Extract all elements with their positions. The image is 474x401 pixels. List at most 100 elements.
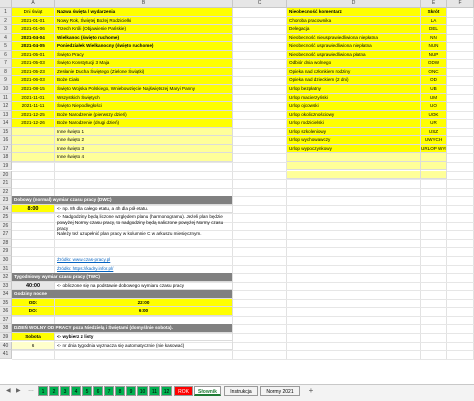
holiday-date-cell[interactable] (12, 144, 55, 154)
row-header[interactable]: 35 (0, 298, 12, 308)
column-header-a[interactable]: A (12, 0, 55, 8)
sheet-tab-month[interactable]: 8 (115, 386, 125, 396)
absence-label-cell[interactable]: Urlop ojcowski (287, 102, 421, 111)
row-header[interactable]: 4 (0, 33, 12, 43)
sheet-tab-month[interactable]: 1 (38, 386, 48, 396)
dayoff-value-cell[interactable]: Sobota (12, 332, 55, 342)
absence-label-cell[interactable]: Urlop rodzicielski (287, 119, 421, 128)
row-header[interactable]: 3 (0, 25, 12, 34)
holiday-date-cell[interactable]: 2021-01-01 (12, 16, 55, 26)
row-header[interactable]: 37 (0, 315, 12, 325)
absence-label-cell[interactable]: Urlop okolicznościowy (287, 110, 421, 120)
holiday-date-cell[interactable]: 2021-12-26 (12, 119, 55, 128)
row-header[interactable]: 32 (0, 273, 12, 282)
sheet-tab-month[interactable]: 10 (137, 386, 148, 396)
sheet-tab-instrukcja[interactable]: Instrukcja (224, 386, 258, 396)
sheet-tab-month[interactable]: 2 (49, 386, 59, 396)
norm-note-1[interactable]: <- np. 8h dla całego etatu, a 4h dla pół… (55, 204, 233, 214)
holiday-name-cell[interactable]: Trzech Króli (Objawienie Pańskie) (55, 25, 233, 34)
row-header[interactable]: 34 (0, 290, 12, 299)
holiday-name-cell[interactable]: Święto Niepodległości (55, 102, 233, 111)
corner-select-all[interactable] (0, 0, 12, 8)
absence-code-cell[interactable]: ODW (421, 59, 447, 68)
dayoff-note-2[interactable]: <- nr dnia tygodnia wyznacza się automat… (55, 341, 233, 351)
night-to-value[interactable]: 6:00 (55, 307, 233, 316)
absence-code-cell[interactable]: UM (421, 93, 447, 103)
absence-label-cell[interactable]: Delegacja (287, 25, 421, 34)
absence-label-cell[interactable]: Choroba pracownika (287, 16, 421, 26)
night-from-value[interactable]: 22:00 (55, 298, 233, 308)
row-header[interactable]: 6 (0, 50, 12, 60)
sheet-tab-rok[interactable]: ROK (174, 386, 193, 396)
absence-code-cell[interactable]: NUP (421, 50, 447, 60)
absence-empty-cell[interactable] (421, 153, 447, 162)
absence-code-cell[interactable]: UB (421, 85, 447, 94)
holiday-date-cell[interactable]: 2021-11-11 (12, 102, 55, 111)
night-from-label[interactable]: OD: (12, 298, 55, 308)
holiday-name-cell[interactable]: Inne święto 4 (55, 153, 233, 162)
absence-code-cell[interactable]: UWYCH (421, 136, 447, 145)
row-header[interactable]: 21 (0, 179, 12, 188)
row-header[interactable]: 31 (0, 264, 12, 274)
row-header[interactable]: 27 (0, 230, 12, 239)
holiday-date-cell[interactable]: 2021-06-03 (12, 76, 55, 85)
column-header-e[interactable]: E (421, 0, 447, 8)
row-header[interactable]: 7 (0, 59, 12, 68)
holiday-name-cell[interactable]: Inne święto 1 (55, 127, 233, 137)
tab-scroll-right-icon[interactable]: ▶ (16, 387, 21, 394)
absence-label-cell[interactable]: Urlop wychowawczy (287, 136, 421, 145)
sheet-tab-month[interactable]: 12 (161, 386, 172, 396)
row-header[interactable]: 39 (0, 332, 12, 342)
absence-code-cell[interactable]: DEL (421, 25, 447, 34)
absence-label-cell[interactable]: Nieobecność usprawiedliwiona płatna (287, 50, 421, 60)
absence-label-cell[interactable]: Urlop bezpłatny (287, 85, 421, 94)
dayoff-number-cell[interactable]: 6 (12, 341, 55, 351)
absence-code-cell[interactable]: USZ (421, 127, 447, 137)
holiday-name-cell[interactable]: Nowy Rok, Świętej Bożej Rodzicielki (55, 16, 233, 26)
holiday-name-cell[interactable]: Boże Narodzenie (pierwszy dzień) (55, 110, 233, 120)
absence-code-cell[interactable]: UR (421, 119, 447, 128)
norm-value-cell[interactable]: 8:00 (12, 204, 55, 214)
norm-title-cell[interactable]: Dobowy (normal) wymiar czasu pracy (DWC) (12, 196, 233, 205)
absence-empty-cell[interactable] (287, 153, 421, 162)
absence-empty-cell[interactable] (421, 161, 447, 171)
holiday-name-cell[interactable]: Święto Konstytucji 3 Maja (55, 59, 233, 68)
absence-label-cell[interactable]: Opieka nad dzieckiem (2 dni) (287, 76, 421, 85)
absence-code-cell[interactable]: NN (421, 33, 447, 43)
absence-code-cell[interactable]: URLOP WYP (421, 144, 447, 154)
row-header[interactable]: 40 (0, 341, 12, 351)
row-header[interactable]: 18 (0, 153, 12, 162)
row-header[interactable]: 2 (0, 16, 12, 26)
absence-empty-cell[interactable] (287, 170, 421, 180)
holiday-name-cell[interactable]: Święto Wojska Polskiego, Wniebowzięcie N… (55, 85, 233, 94)
row-header[interactable]: 12 (0, 102, 12, 111)
row-header[interactable]: 5 (0, 42, 12, 51)
holiday-name-cell[interactable]: Święto Pracy (55, 50, 233, 60)
tab-scroll-left-icon[interactable]: ◀ (6, 387, 11, 394)
night-to-label[interactable]: DO: (12, 307, 55, 316)
absence-label-cell[interactable]: Urlop macierzyński (287, 93, 421, 103)
weekly-title-cell[interactable]: Tygodniowy wymiar czasu pracy (TWC) (12, 273, 233, 282)
column-header-c[interactable]: C (233, 0, 287, 8)
holiday-date-cell[interactable]: 2021-04-04 (12, 33, 55, 43)
absence-label-cell[interactable]: Nieobecność nieusprawiedliwiona niepłatn… (287, 33, 421, 43)
absence-empty-cell[interactable] (421, 170, 447, 180)
sheet-tab-month[interactable]: 3 (60, 386, 70, 396)
weekly-note-cell[interactable]: <- obliczone się na podstawie dobowego w… (55, 281, 233, 291)
row-header[interactable]: 9 (0, 76, 12, 85)
header-cell-b[interactable]: Nazwa święta / wydarzenia (55, 8, 233, 17)
sheet-tab-month[interactable]: 4 (71, 386, 81, 396)
row-header[interactable]: 20 (0, 170, 12, 180)
row-header[interactable]: 17 (0, 144, 12, 154)
row-header[interactable]: 38 (0, 324, 12, 333)
absence-label-cell[interactable]: Odbiór dnia wolnego (287, 59, 421, 68)
row-header[interactable]: 33 (0, 281, 12, 291)
dayoff-title-cell[interactable]: DZIEŃ WOLNY OD PRACY poza Niedzielą i Św… (12, 324, 233, 333)
holiday-name-cell[interactable]: Wszystkich Świętych (55, 93, 233, 103)
sheet-tab-month[interactable]: 11 (149, 386, 160, 396)
row-header[interactable]: 11 (0, 93, 12, 103)
column-header-d[interactable]: D (287, 0, 421, 8)
row-header[interactable]: 25 (0, 213, 12, 222)
row-header[interactable]: 8 (0, 67, 12, 77)
row-header[interactable]: 10 (0, 85, 12, 94)
